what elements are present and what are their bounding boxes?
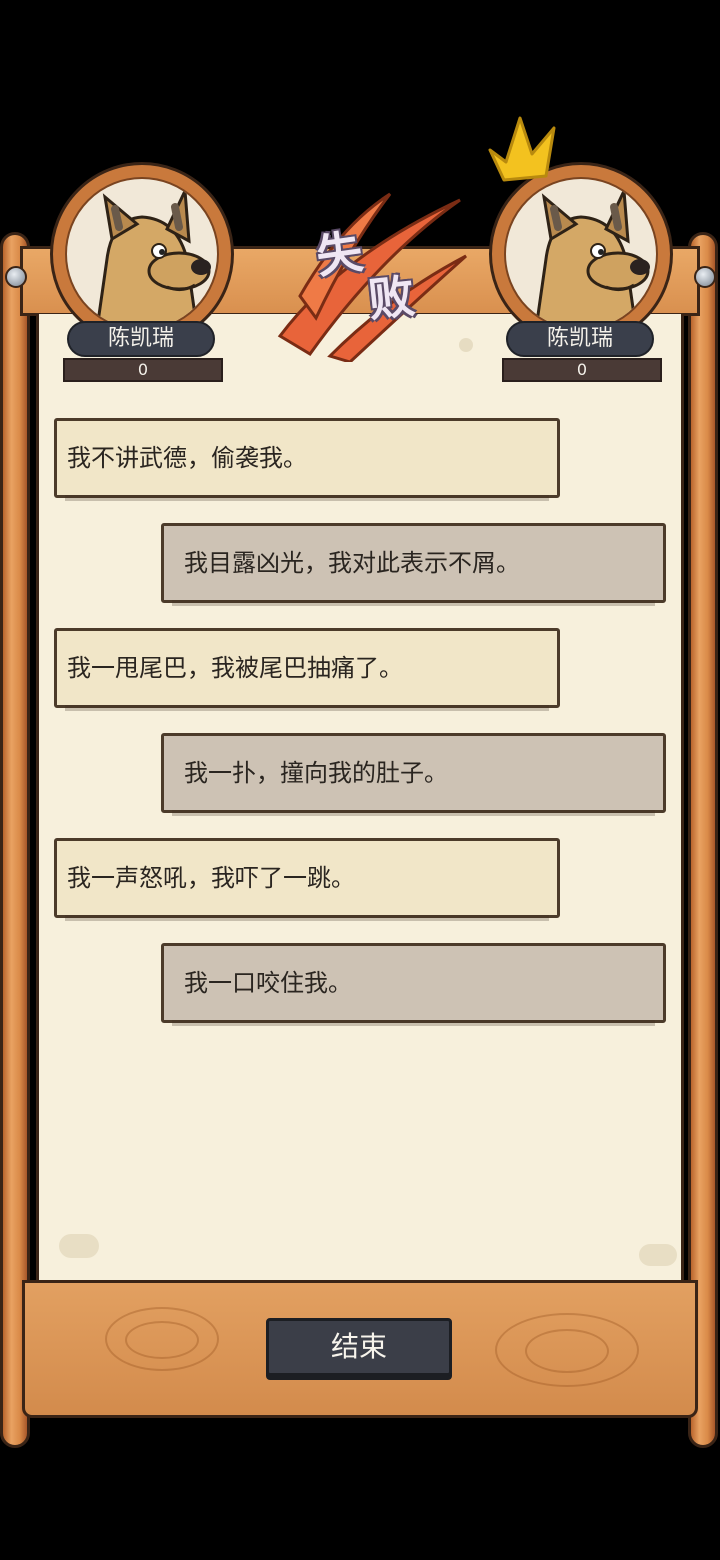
crown-icon: [488, 116, 556, 182]
message-bubble: 我一扑，撞向我的肚子。: [161, 733, 666, 816]
player-1-name: 陈凯瑞: [67, 321, 215, 357]
message-bubble: 我一声怒吼，我吓了一跳。: [54, 838, 560, 921]
result-title-char-1: 失: [312, 224, 366, 284]
player-1-avatar: [50, 162, 234, 346]
bolt-icon: [5, 266, 27, 288]
dog-avatar-icon: [95, 185, 211, 329]
bolt-icon: [694, 266, 716, 288]
message-bubble: 我目露凶光，我对此表示不屑。: [161, 523, 666, 606]
message-bubble: 我不讲武德，偷袭我。: [54, 418, 560, 501]
player-1-score: 0: [63, 358, 223, 382]
player-2-score: 0: [502, 358, 662, 382]
player-2-avatar: [489, 162, 673, 346]
game-screen: 陈凯瑞 0 陈凯瑞 0 失 败 我不讲武德，偷袭我。 我目露凶光，我对此表示不屑…: [0, 0, 720, 1560]
right-wood-post: [688, 232, 718, 1448]
dog-avatar-icon: [534, 185, 650, 329]
end-button[interactable]: 结束: [266, 1318, 452, 1376]
player-2-name: 陈凯瑞: [506, 321, 654, 357]
left-wood-post: [0, 232, 30, 1448]
result-title-char-2: 败: [365, 268, 418, 328]
message-bubble: 我一口咬住我。: [161, 943, 666, 1026]
message-bubble: 我一甩尾巴，我被尾巴抽痛了。: [54, 628, 560, 711]
